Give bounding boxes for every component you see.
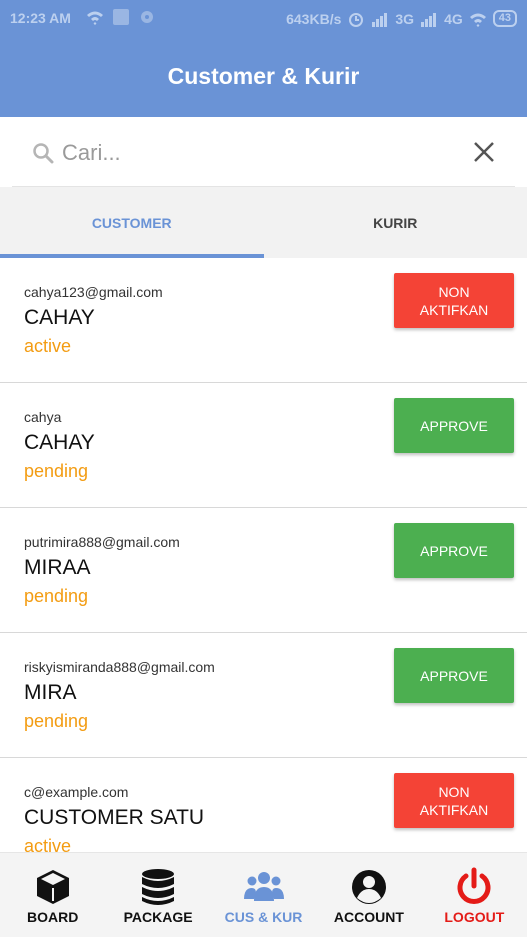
deactivate-button[interactable]: NON AKTIFKAN (394, 773, 514, 828)
app-bar: Customer & Kurir (0, 36, 527, 117)
wifi-icon (469, 13, 486, 27)
approve-button[interactable]: APPROVE (394, 648, 514, 703)
battery-icon: 43 (492, 10, 517, 27)
account-circle-icon (351, 870, 386, 904)
item-name: CAHAY (24, 431, 95, 454)
network-type-2: 4G (444, 10, 463, 27)
alarm-icon (349, 12, 364, 27)
signal-icon (421, 12, 437, 27)
approve-button[interactable]: APPROVE (394, 523, 514, 578)
item-name: MIRA (24, 681, 77, 704)
cube-icon (36, 870, 69, 904)
list-item: c@example.com CUSTOMER SATU active NON A… (0, 758, 527, 852)
item-status: pending (24, 586, 89, 606)
close-icon[interactable] (471, 139, 497, 165)
status-left-icons (86, 9, 156, 25)
nav-board[interactable]: BOARD (0, 853, 105, 937)
tab-label: KURIR (373, 214, 418, 231)
tab-label: CUSTOMER (91, 214, 172, 231)
item-status: pending (24, 461, 89, 481)
nav-label: LOGOUT (444, 909, 505, 925)
status-right: 643KB/s 3G 4G 43 (286, 10, 517, 27)
database-icon (142, 869, 175, 905)
users-icon (243, 872, 284, 901)
list-item: cahya123@gmail.com CAHAY active NON AKTI… (0, 258, 527, 383)
page-title: Customer & Kurir (167, 63, 360, 89)
nav-label: PACKAGE (123, 909, 193, 925)
list-item: cahya CAHAY pending APPROVE (0, 383, 527, 508)
item-status: active (24, 336, 72, 356)
tab-customer[interactable]: CUSTOMER (0, 187, 264, 258)
network-speed: 643KB/s (286, 10, 342, 27)
list-item: riskyismiranda888@gmail.com MIRA pending… (0, 633, 527, 758)
bottom-nav: BOARD PACKAGE CUS & KUR ACCOUNT LOGOUT (0, 852, 527, 937)
item-email: putrimira888@gmail.com (24, 534, 180, 550)
network-type-1: 3G (395, 10, 415, 27)
item-status: active (24, 836, 72, 852)
customer-list[interactable]: cahya123@gmail.com CAHAY active NON AKTI… (0, 258, 527, 852)
item-email: cahya123@gmail.com (24, 284, 163, 300)
nav-cus-kur[interactable]: CUS & KUR (211, 853, 316, 937)
status-time: 12:23 AM (10, 10, 71, 26)
search-bar (0, 117, 527, 187)
item-email: cahya (24, 409, 62, 425)
app-icon (113, 9, 129, 25)
list-item: putrimira888@gmail.com MIRAA pending APP… (0, 508, 527, 633)
deactivate-button[interactable]: NON AKTIFKAN (394, 273, 514, 328)
nav-account[interactable]: ACCOUNT (316, 853, 421, 937)
nav-label: BOARD (27, 909, 79, 925)
item-name: MIRAA (24, 556, 91, 579)
approve-button[interactable]: APPROVE (394, 398, 514, 453)
wifi-icon (87, 11, 103, 25)
item-status: pending (24, 711, 89, 731)
item-email: riskyismiranda888@gmail.com (24, 659, 215, 675)
nav-label: ACCOUNT (333, 909, 404, 925)
status-bar: 12:23 AM 643KB/s 3G 4G 43 (0, 0, 527, 36)
power-icon (457, 867, 491, 904)
tab-bar: CUSTOMER KURIR (0, 187, 527, 258)
nav-logout[interactable]: LOGOUT (422, 853, 527, 937)
item-name: CUSTOMER SATU (24, 806, 205, 829)
nav-label: CUS & KUR (224, 909, 303, 925)
tab-kurir[interactable]: KURIR (264, 187, 527, 258)
item-name: CAHAY (24, 306, 95, 329)
nav-package[interactable]: PACKAGE (105, 853, 210, 937)
item-email: c@example.com (24, 784, 129, 800)
signal-icon (372, 12, 388, 27)
search-icon (33, 143, 54, 164)
search-input[interactable] (62, 135, 442, 171)
settings-icon (141, 11, 153, 23)
search-box (12, 117, 515, 187)
